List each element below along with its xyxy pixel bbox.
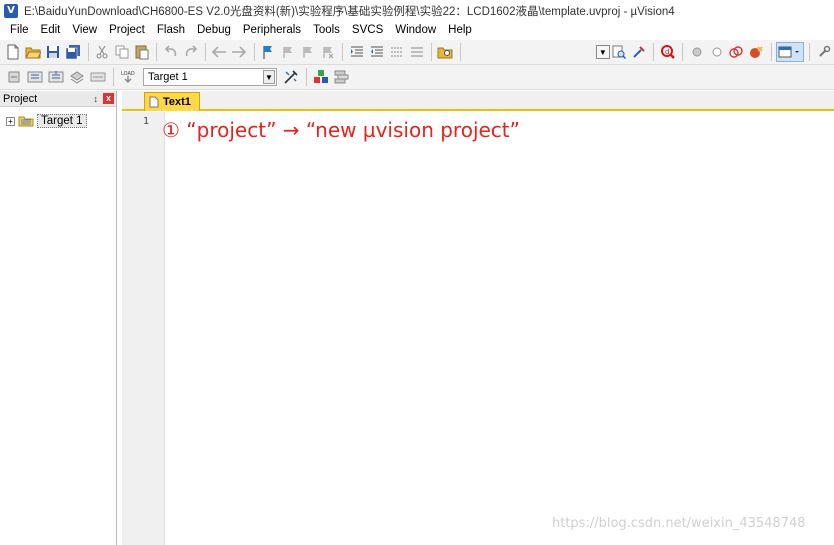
toolbar-separator [342,43,344,61]
prev-bookmark-icon[interactable] [279,42,298,62]
project-panel-buttons: ↕ x [94,93,117,104]
project-panel-header: Project ↕ x [0,91,116,107]
build-icon[interactable] [25,67,45,87]
unindent-icon[interactable] [367,42,386,62]
stop-build-icon[interactable] [88,67,108,87]
window-layout-icon[interactable] [775,42,805,62]
toolbar-separator [430,43,432,61]
close-icon[interactable]: x [103,93,114,104]
pin-icon[interactable]: ↕ [94,94,99,104]
toolbar-separator [770,43,772,61]
toolbar-separator [809,43,811,61]
breakpoint-kill-icon[interactable] [727,42,746,62]
toolbar-separator [156,43,158,61]
nav-forward-icon[interactable] [230,42,249,62]
menu-window[interactable]: Window [389,21,442,40]
editor-area[interactable]: 1 ① “project” → “new µvision project” ht… [122,112,834,545]
toolbar-separator [306,68,307,86]
file-toolbar: ▼ d [0,40,834,65]
indent-icon[interactable] [347,42,366,62]
toolbar-separator [113,68,114,86]
configure-icon[interactable] [814,42,833,62]
debug-session-icon[interactable]: d [658,42,677,62]
translate-icon[interactable] [4,67,24,87]
window-title: E:\BaiduYunDownload\CH6800-ES V2.0光盘资料(新… [24,5,675,18]
tab-text1[interactable]: Text1 [144,92,200,111]
tab-label: Text1 [163,96,191,108]
build-toolbar: LOAD Target 1 ▼ [0,65,834,90]
menu-debug[interactable]: Debug [191,21,237,40]
next-bookmark-icon[interactable] [299,42,318,62]
toolbar-separator [205,43,207,61]
menu-help[interactable]: Help [442,21,478,40]
tutorial-annotation: ① “project” → “new µvision project” [162,118,520,142]
expand-icon[interactable]: + [6,116,15,126]
new-file-icon[interactable] [4,42,23,62]
target-select[interactable]: Target 1 ▼ [143,68,277,86]
find-in-files-icon[interactable] [436,42,455,62]
breakpoint-icon[interactable] [687,42,706,62]
menu-flash[interactable]: Flash [151,21,191,40]
menu-edit[interactable]: Edit [35,21,67,40]
toolbar-separator [682,43,684,61]
find-icon[interactable] [610,42,629,62]
menu-project[interactable]: Project [103,21,151,40]
save-all-icon[interactable] [64,42,83,62]
project-panel: Project ↕ x + Target 1 [0,91,117,545]
toolbar-separator [87,43,89,61]
menu-file[interactable]: File [4,21,35,40]
menu-tools[interactable]: Tools [307,21,346,40]
rebuild-icon[interactable] [46,67,66,87]
copy-icon[interactable] [112,42,131,62]
toolbar-separator [253,43,255,61]
cut-icon[interactable] [93,42,112,62]
clear-bookmarks-icon[interactable] [319,42,338,62]
file-icon [149,96,159,108]
breakpoint-clear-icon[interactable] [747,42,766,62]
incremental-find-icon[interactable] [629,42,648,62]
uncomment-icon[interactable] [407,42,426,62]
menu-svcs[interactable]: SVCS [346,21,389,40]
svg-text:d: d [665,48,669,56]
target-folder-icon [18,116,34,127]
breakpoint-disable-icon[interactable] [707,42,726,62]
target-select-value: Target 1 [148,71,188,83]
editor-tab-strip: Text1 [122,91,834,111]
line-number-gutter: 1 [122,112,165,545]
bookmark-icon[interactable] [259,42,278,62]
download-icon[interactable]: LOAD [118,67,138,87]
manage-components-icon[interactable] [311,67,331,87]
title-bar: V E:\BaiduYunDownload\CH6800-ES V2.0光盘资料… [0,0,834,21]
nav-back-icon[interactable] [210,42,229,62]
menu-peripherals[interactable]: Peripherals [237,21,307,40]
save-icon[interactable] [44,42,63,62]
tree-item-label: Target 1 [37,114,87,128]
select-books-icon[interactable] [332,67,352,87]
toolbar-separator [653,43,655,61]
open-folder-icon[interactable] [24,42,43,62]
toolbar-separator [459,43,461,61]
chevron-down-icon[interactable]: ▼ [263,70,275,84]
redo-icon[interactable] [181,42,200,62]
project-panel-title: Project [3,92,38,105]
find-dropdown-icon[interactable]: ▼ [596,45,610,59]
target-options-icon[interactable] [281,67,301,87]
uvision-app-icon[interactable]: V [4,3,18,18]
batch-build-icon[interactable] [67,67,87,87]
undo-icon[interactable] [161,42,180,62]
comment-icon[interactable] [387,42,406,62]
menu-view[interactable]: View [66,21,103,40]
line-number: 1 [143,116,150,127]
tree-item-target[interactable]: + Target 1 [6,114,87,128]
menu-bar: File Edit View Project Flash Debug Perip… [0,21,834,40]
watermark: https://blog.csdn.net/weixin_43548748 [552,516,806,531]
paste-icon[interactable] [132,42,151,62]
